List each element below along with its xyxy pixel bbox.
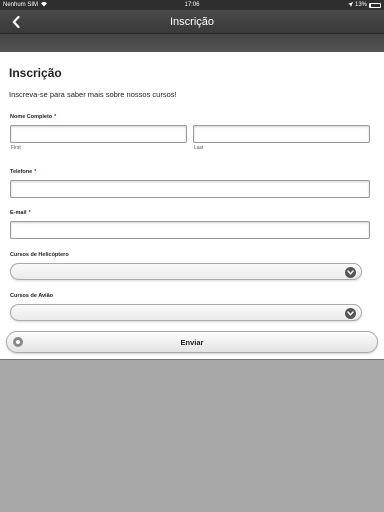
status-bar: Nenhum SIM 17:06 13% [0,0,384,10]
last-sublabel: Last [194,145,204,151]
name-required-mark: * [54,114,57,120]
chevron-down-icon [345,267,356,278]
battery-percent: 13% [354,2,367,8]
submit-button[interactable]: Enviar [6,331,378,353]
last-name-input[interactable] [193,125,370,143]
location-arrow-icon [347,1,353,9]
email-input[interactable] [10,221,370,239]
toolbar-strip [0,34,384,52]
nav-bar: Inscrição [0,10,384,34]
nav-title: Inscrição [169,15,215,28]
name-label-text: Nome Completo [10,114,53,120]
helicopter-label: Cursos de Helicóptero [10,252,69,258]
phone-input[interactable] [10,180,370,198]
phone-label: Telefone * [10,169,36,175]
airplane-label: Cursos de Avião [10,293,53,299]
chevron-left-icon [12,16,20,28]
first-sublabel: First [11,145,21,151]
phone-label-text: Telefone [10,169,33,175]
status-time: 17:06 [184,2,200,8]
phone-required-mark: * [34,169,37,175]
airplane-select[interactable] [10,304,362,321]
intro-text: Inscreva-se para saber mais sobre nossos… [9,90,177,99]
battery-icon [369,2,381,8]
page-title: Inscrição [9,66,62,80]
first-name-input[interactable] [10,125,187,143]
wifi-icon [40,1,48,9]
name-label: Nome Completo * [10,114,56,120]
helicopter-select[interactable] [10,263,362,280]
back-button[interactable] [8,14,24,30]
form-container: Inscrição Inscreva-se para saber mais so… [0,52,384,360]
submit-label: Enviar [180,337,204,347]
status-left: Nenhum SIM [3,1,48,9]
chevron-down-icon [345,308,356,319]
email-required-mark: * [28,210,31,216]
email-label: E-mail * [10,210,31,216]
email-label-text: E-mail [10,210,27,216]
circle-icon [13,337,23,347]
status-right: 13% [347,1,381,9]
carrier-label: Nenhum SIM [3,2,39,8]
